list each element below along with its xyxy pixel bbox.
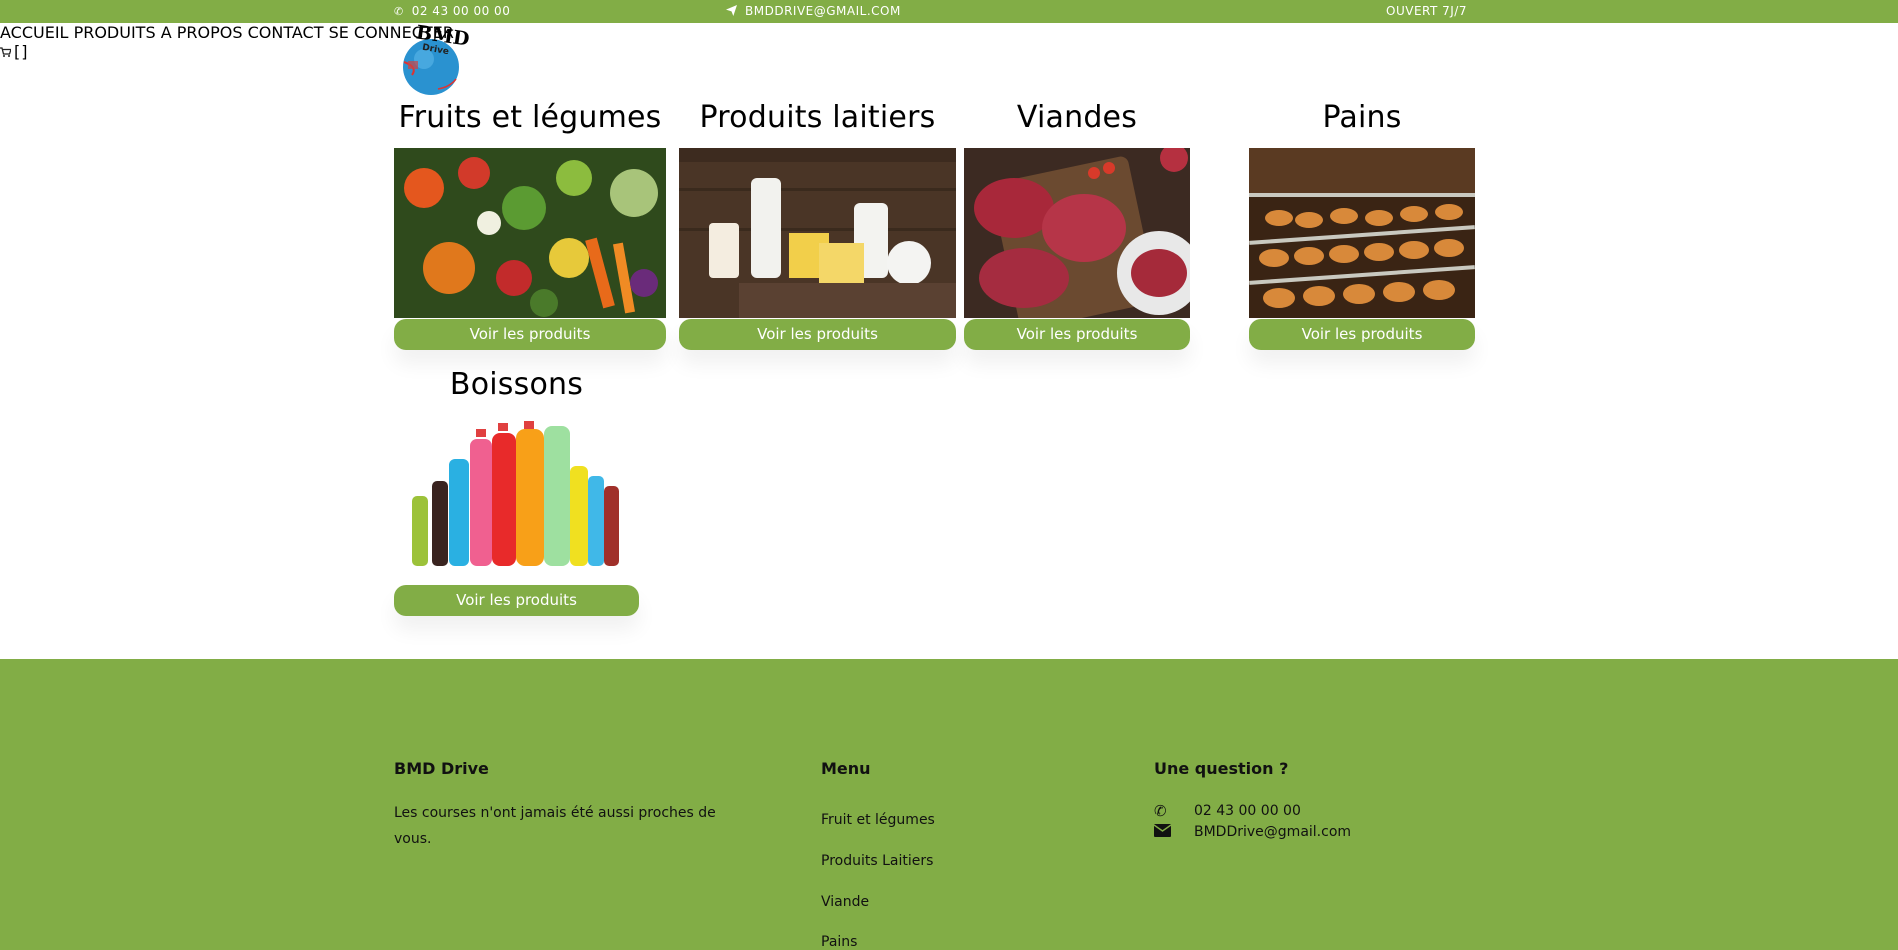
footer-phone-text: 02 43 00 00 00 <box>1194 803 1301 819</box>
category-title: Produits laitiers <box>699 100 936 135</box>
category-card-boissons: Boissons Voir les produits <box>394 367 639 617</box>
topbar-hours-text: OUVERT 7J/7 <box>1386 4 1467 18</box>
boissons-image <box>394 421 639 577</box>
envelope-icon <box>1153 823 1194 841</box>
site-footer: BMD Drive Les courses n'ont jamais été a… <box>0 659 1898 950</box>
voir-produits-button-pains[interactable]: Voir les produits <box>1249 319 1475 350</box>
voir-produits-button-viandes[interactable]: Voir les produits <box>964 319 1190 350</box>
topbar-email[interactable]: BMDDRIVE@GMAIL.COM <box>726 4 901 18</box>
footer-link-produits-laitiers[interactable]: Produits Laitiers <box>821 853 933 869</box>
category-title: Pains <box>1322 100 1402 135</box>
footer-email-text: BMDDrive@gmail.com <box>1194 824 1352 840</box>
nav-accueil[interactable]: ACCUEIL <box>0 23 68 42</box>
nav-cart[interactable]: [] <box>0 42 1898 61</box>
nav-contact[interactable]: CONTACT <box>248 23 324 42</box>
category-card-pains: Pains Voir les produits <box>1249 100 1475 350</box>
voir-produits-button-produits-laitiers[interactable]: Voir les produits <box>679 319 956 350</box>
nav-produits[interactable]: PRODUITS <box>74 23 156 42</box>
footer-menu-title: Menu <box>821 759 871 778</box>
category-card-viandes: Viandes Voir les produits <box>964 100 1190 350</box>
topbar-phone[interactable]: ✆ 02 43 00 00 00 <box>394 4 510 18</box>
category-card-produits-laitiers: Produits laitiers Voir les produits <box>679 100 956 350</box>
category-title: Boissons <box>449 367 584 402</box>
topbar-hours: OUVERT 7J/7 <box>1386 4 1467 18</box>
voir-produits-button-boissons[interactable]: Voir les produits <box>394 585 639 616</box>
phone-icon: ✆ <box>394 4 404 18</box>
topbar-phone-text: 02 43 00 00 00 <box>411 4 511 18</box>
footer-phone-row[interactable]: ✆ 02 43 00 00 00 <box>1154 802 1301 820</box>
category-title: Fruits et légumes <box>398 100 662 135</box>
top-info-bar: ✆ 02 43 00 00 00 BMDDRIVE@GMAIL.COM OUVE… <box>0 0 1898 23</box>
topbar-email-text: BMDDRIVE@GMAIL.COM <box>745 4 901 18</box>
voir-produits-button-fruits-legumes[interactable]: Voir les produits <box>394 319 666 350</box>
nav-a-propos[interactable]: A PROPOS <box>161 23 243 42</box>
category-card-fruits-legumes: Fruits et légumes Voir les produits <box>394 100 666 350</box>
footer-link-pains[interactable]: Pains <box>821 934 857 950</box>
footer-email-row[interactable]: BMDDrive@gmail.com <box>1153 823 1352 841</box>
category-title: Viandes <box>1016 100 1138 135</box>
paper-plane-icon <box>726 4 737 18</box>
footer-brand-title: BMD Drive <box>394 759 489 778</box>
cart-count: [] <box>14 42 29 61</box>
cart-icon <box>0 42 12 61</box>
main-navbar: BMD Drive ACCUEIL PRODUITS A PROPOS CONT… <box>0 21 1898 100</box>
footer-question-title: Une question ? <box>1154 759 1289 778</box>
footer-link-fruit-legumes[interactable]: Fruit et légumes <box>821 812 935 828</box>
phone-icon: ✆ <box>1154 802 1167 820</box>
produits-laitiers-image <box>679 148 956 318</box>
footer-brand-text: Les courses n'ont jamais été aussi proch… <box>394 805 716 847</box>
site-logo[interactable]: BMD Drive <box>398 21 471 95</box>
fruits-legumes-image <box>394 148 666 318</box>
viandes-image <box>964 148 1190 318</box>
pains-image <box>1249 148 1475 318</box>
footer-link-viande[interactable]: Viande <box>821 894 869 910</box>
